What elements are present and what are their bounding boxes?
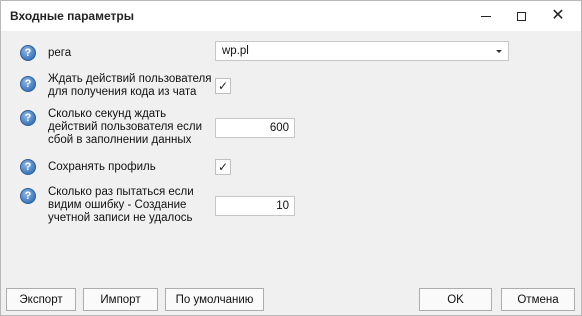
question-circle-icon[interactable]: ?: [20, 188, 36, 204]
minimize-icon: [481, 15, 491, 17]
export-button[interactable]: Экспорт: [6, 288, 76, 311]
input-parameters-dialog: Входные параметры ✕ ? рега wp.pl ? Ждать…: [0, 0, 582, 316]
cancel-button[interactable]: Отмена: [501, 288, 575, 311]
close-button[interactable]: ✕: [541, 1, 575, 31]
minimize-button[interactable]: [469, 1, 503, 31]
maximize-icon: [516, 11, 526, 21]
param-label-wait-seconds: Сколько секунд ждать действий пользовате…: [48, 108, 202, 146]
retry-count-input[interactable]: 10: [215, 196, 295, 216]
import-button[interactable]: Импорт: [83, 288, 158, 311]
param-label-save-profile: Сохранять профиль: [48, 161, 156, 173]
checkmark-icon: ✓: [217, 79, 229, 93]
param-label-retry-count: Сколько раз пытаться если видим ошибку -…: [48, 186, 194, 224]
checkmark-icon: ✓: [217, 160, 229, 174]
rega-select[interactable]: wp.pl: [215, 41, 509, 61]
title-bar[interactable]: Входные параметры ✕: [1, 1, 581, 31]
question-circle-icon[interactable]: ?: [20, 76, 36, 92]
ok-button[interactable]: OK: [419, 288, 492, 311]
question-circle-icon[interactable]: ?: [20, 45, 36, 61]
wait-seconds-input[interactable]: 600: [215, 118, 295, 138]
defaults-button[interactable]: По умолчанию: [165, 288, 264, 311]
dialog-title: Входные параметры: [10, 9, 134, 23]
param-label-wait-user-code: Ждать действий пользователя для получени…: [48, 73, 212, 98]
save-profile-checkbox[interactable]: ✓: [215, 159, 231, 175]
question-circle-icon[interactable]: ?: [20, 159, 36, 175]
rega-select-value: wp.pl: [222, 45, 249, 57]
maximize-button[interactable]: [504, 1, 538, 31]
wait-user-code-checkbox[interactable]: ✓: [215, 78, 231, 94]
question-circle-icon[interactable]: ?: [20, 110, 36, 126]
chevron-down-icon[interactable]: [496, 50, 502, 53]
close-icon: ✕: [551, 7, 565, 24]
param-label-rega: рега: [48, 47, 72, 59]
